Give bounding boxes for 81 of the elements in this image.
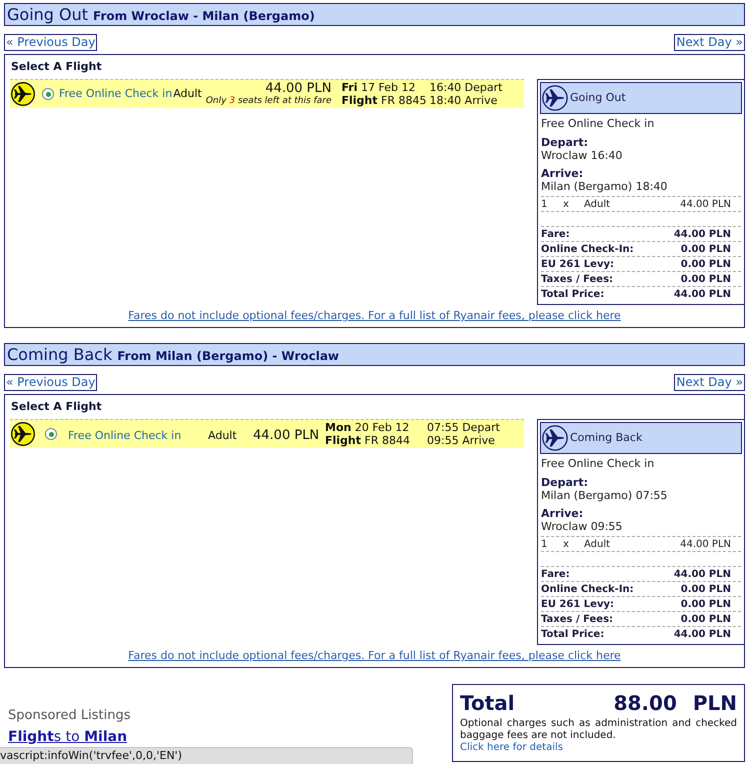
panel-title: Select A Flight [11,60,103,74]
depart-time-text: 07:55 Depart [427,421,500,434]
check-in-text: Free Online Check in [541,457,656,471]
charge-label: Taxes / Fees: [541,612,614,626]
charge-amount: 0.00 PLN [680,272,732,286]
sponsored-heading: Sponsored Listings [8,708,130,724]
depart-label: Depart: [541,136,589,149]
total-currency: PLN [692,692,737,714]
check-in-text: Free Online Check in [541,117,656,131]
total-amount: 88.00 [614,692,677,714]
depart-text: Milan (Bergamo) 07:55 [541,489,668,502]
charge-amount: 44.00 PLN [674,228,732,242]
multiply-sign: x [563,538,570,552]
arrive-label: Arrive: [541,507,584,520]
arrive-time-text: 18:40 Arrive [429,94,498,107]
summary-title: Going Out [570,90,626,106]
charge-label: EU 261 Levy: [541,598,614,612]
arrive-time-text: 09:55 Arrive [427,434,496,447]
section-title: Going Out [7,4,88,24]
total-note: Optional charges such as administration and checked baggage fees are not included. [460,718,737,742]
depart-time-text: 16:40 Depart [429,81,502,94]
flight-row[interactable]: Free Online Check in Adult 44.00 PLN Mon 20 Feb 12 Flight FR 8844 07:55 Depart 09:55 Arrive [10,419,524,448]
status-bar: vascript:infoWin('trvfee',0,0,'EN') [0,747,413,764]
charge-amount: 0.00 PLN [680,598,732,612]
charge-amount: 0.00 PLN [680,258,732,272]
passenger-amount: 44.00 PLN [680,198,732,212]
charge-label: Total Price: [541,288,604,302]
charge-amount: 0.00 PLN [680,242,732,256]
date-text: Fri 17 Feb 12 [341,81,416,94]
radio-button[interactable] [42,88,54,100]
price-text: 44.00 PLN [253,428,320,443]
fees-link[interactable]: Fares do not include optional fees/charges. For a full list of Ryanair fees, please click here [128,649,621,662]
flight-number-text: Flight FR 8845 [341,94,426,107]
previous-day-button[interactable]: « Previous Day [4,374,98,391]
charge-amount: 44.00 PLN [674,288,732,302]
total-label: Total [460,692,515,714]
charge-amount: 0.00 PLN [680,612,732,626]
date-text: Mon 20 Feb 12 [325,421,410,434]
charge-label: Online Check-In: [541,582,634,596]
check-in-option: Free Online Check in [59,86,172,102]
route-text: From Milan (Bergamo) - Wroclaw [117,348,340,365]
charge-label: EU 261 Levy: [541,258,614,272]
passenger-count: 1 [541,198,548,212]
passenger-type: Adult [208,429,237,442]
panel-title: Select A Flight [11,400,103,414]
radio-button[interactable] [45,428,57,440]
charge-amount: 44.00 PLN [674,568,732,582]
price-text: 44.00 PLN [265,82,332,96]
charge-label: Fare: [541,228,570,242]
arrive-text: Milan (Bergamo) 18:40 [541,180,668,193]
charge-label: Taxes / Fees: [541,272,614,286]
depart-text: Wroclaw 16:40 [541,149,624,162]
multiply-sign: x [563,198,570,212]
summary-title: Coming Back [570,430,642,446]
charge-label: Fare: [541,568,570,582]
flight-number-text: Flight FR 8844 [325,434,411,447]
flight-row[interactable]: Free Online Check inAdult 44.00 PLN Only 3 seats left at this fare Fri 17 Feb 12 Flight FR 8845 16:40 Depart 18:40 Arrive [10,79,524,108]
passenger-count: 1 [541,538,548,552]
next-day-button[interactable]: Next Day » [674,374,745,391]
seats-note: Only 3 seats left at this fare [206,96,332,106]
section-title: Coming Back [7,344,112,364]
passenger-type: Adult [173,86,202,102]
details-link[interactable]: Click here for details [460,742,737,754]
charge-amount: 44.00 PLN [674,628,732,642]
passenger-type: Adult [584,198,610,212]
check-in-option: Free Online Check in [68,429,182,442]
charge-label: Online Check-In: [541,242,634,256]
depart-label: Depart: [541,476,589,489]
passenger-type: Adult [584,538,610,552]
passenger-amount: 44.00 PLN [680,538,732,552]
plane-icon [11,422,35,446]
arrive-label: Arrive: [541,167,584,180]
next-day-button[interactable]: Next Day » [674,34,745,51]
charge-label: Total Price: [541,628,604,642]
fees-link[interactable]: Fares do not include optional fees/charges. For a full list of Ryanair fees, please click here [128,309,621,322]
previous-day-button[interactable]: « Previous Day [4,34,98,51]
plane-icon [11,82,35,106]
arrive-text: Wroclaw 09:55 [541,520,624,533]
sponsored-link[interactable]: Flights to Milan [8,729,130,746]
charge-amount: 0.00 PLN [680,582,732,596]
route-text: From Wroclaw - Milan (Bergamo) [93,8,315,25]
